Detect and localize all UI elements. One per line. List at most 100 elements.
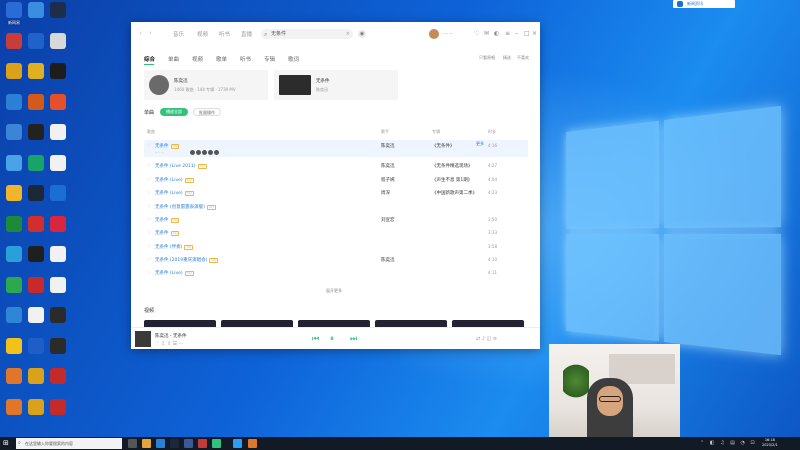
table-row[interactable]: ♡ 无条件 (创意雷霆表演版) SQ [144,201,528,213]
song-title[interactable]: 无条件 (创意雷霆表演版) SQ [155,204,216,210]
like-icon[interactable]: ♡ [147,270,151,276]
player-actions[interactable]: ♡ ⇩ ⇪ ☰ ⋯ [155,341,184,347]
app-icon[interactable] [212,439,221,448]
option-original[interactable]: 只看原唱 [479,55,495,61]
table-row[interactable]: ♡ 无条件 (Live) SQ 周深 《中国新歌声第二季》 4:23 [144,187,528,199]
system-tray-icons[interactable]: ⌃ ◧ ♫ ▤ ◔ ⊡ [700,440,757,446]
player-right-controls[interactable]: ⇄ ♪ ◫ ≡ [476,336,497,342]
song-title[interactable]: 无条件 (2019重庆演唱会) SQ [155,257,219,263]
song-album[interactable]: 《声生不息 第1期》 [432,177,472,183]
song-title[interactable]: 无条件 SQ [155,217,180,223]
desktop-icon[interactable] [46,32,70,63]
show-more-link[interactable]: 展开更多 [326,288,342,294]
row-more-link[interactable]: 更多 [476,141,484,147]
desktop-icon[interactable] [2,368,26,398]
song-title[interactable]: 无条件 (伴奏) SQ [155,244,194,250]
like-icon[interactable]: ♡ [147,163,151,169]
desktop-icon[interactable] [46,124,70,154]
desktop-icon[interactable] [24,337,48,368]
now-playing-cover[interactable] [135,331,151,347]
like-icon[interactable]: ♡ [147,177,151,183]
song-title[interactable]: 无条件 (Live) SQ [155,270,194,276]
nav-music[interactable]: 音乐 [173,30,184,38]
task-view-icon[interactable] [128,439,137,448]
steam-icon[interactable] [170,439,179,448]
listen-icon[interactable]: ◉ [358,30,366,38]
desktop-icon[interactable] [2,124,26,154]
back-icon[interactable]: ‹ [139,29,142,37]
desktop-icon[interactable] [2,154,26,185]
song-title[interactable]: 无条件 (Live 2011) SQ [155,163,207,169]
desktop-icon[interactable] [24,154,48,185]
desktop-icon[interactable] [46,398,70,429]
tab-playlists[interactable]: 歌单 [216,55,227,63]
like-icon[interactable]: ♡ [147,244,151,250]
like-icon[interactable]: ♡ [147,143,151,149]
desktop-icon[interactable] [46,185,70,215]
tab-songs[interactable]: 单曲 [168,55,179,63]
username[interactable]: ········· [442,31,453,36]
desktop-icon[interactable] [46,307,70,337]
desktop-icon[interactable] [2,185,26,215]
song-title[interactable]: 无条件 SQ [155,143,180,149]
like-icon[interactable]: ♡ [147,217,151,223]
nav-video[interactable]: 视频 [197,30,208,38]
avatar[interactable] [429,29,439,39]
tab-audiobooks[interactable]: 听书 [240,55,251,63]
desktop-icon[interactable] [2,32,26,63]
tab-videos[interactable]: 视频 [192,55,203,63]
pause-icon[interactable]: ⏸ [330,334,334,344]
maximize-icon[interactable]: □ [524,30,530,37]
qq-music-icon[interactable] [233,439,242,448]
forward-icon[interactable]: › [149,29,152,37]
clear-icon[interactable]: × [346,29,350,39]
desktop-icon[interactable] [24,124,48,154]
song-title[interactable]: 无条件 (Live) SQ [155,190,194,196]
table-row[interactable]: ♡ 无条件 (Live 2011) SQ 陈奕迅 《无条件精选现场》 4:27 [144,160,528,172]
desktop-icon[interactable] [24,368,48,398]
artist-card[interactable]: 陈奕迅 1460 歌曲 · 144 专辑 · 1739 MV [144,70,268,100]
song-card[interactable]: 无条件 陈奕迅 [274,70,398,100]
desktop-icon[interactable] [24,185,48,215]
desktop-icon[interactable] [2,63,26,93]
song-album[interactable]: 《无条件精选现场》 [432,163,473,169]
desktop-icon[interactable]: 新网易 [2,2,26,32]
close-icon[interactable]: × [532,30,537,37]
desktop-icon[interactable] [24,246,48,276]
desktop-icon[interactable] [24,2,48,32]
song-album[interactable]: 《中国新歌声第二季》 [432,190,477,196]
desktop-icon[interactable] [24,398,48,429]
desktop-icon[interactable] [24,215,48,246]
news-popup[interactable]: 新闻资讯 [673,0,735,8]
tab-albums[interactable]: 专辑 [264,55,275,63]
song-artist[interactable]: 陈奕迅 [381,163,395,169]
heart-icon[interactable]: ♡ [474,30,479,37]
table-row[interactable]: ♡ 无条件 (Live) SQ 4:11 [144,267,528,279]
table-row[interactable]: ♡ 无条件 (Live) SQ 程子嫣 《声生不息 第1期》 4:04 [144,174,528,186]
like-icon[interactable]: ♡ [147,190,151,196]
app-icon[interactable] [198,439,207,448]
like-icon[interactable]: ♡ [147,230,151,236]
next-icon[interactable]: ⏭ [350,334,357,344]
desktop-icon[interactable] [46,337,70,368]
like-icon[interactable]: ♡ [147,257,151,263]
taskbar-search-input[interactable]: ⌕ 在这里输入你要搜索的内容 [16,438,122,449]
skin-icon[interactable]: ◐ [494,30,499,37]
desktop-icon[interactable] [2,307,26,337]
minimize-icon[interactable]: – [515,30,518,37]
desktop-icon[interactable] [46,154,70,185]
start-icon[interactable]: ⊞ [3,439,12,448]
desktop-icon[interactable] [2,337,26,368]
desktop-icon[interactable] [46,93,70,124]
desktop-icon[interactable] [46,215,70,246]
desktop-icon[interactable] [2,215,26,246]
desktop-icon[interactable] [46,2,70,32]
previous-icon[interactable]: ⏮ [312,334,319,344]
desktop-icon[interactable] [24,307,48,337]
app-icon[interactable] [248,439,257,448]
song-artist[interactable]: 陈奕迅 [381,257,395,263]
search-input[interactable]: ⌕ 无条件 × [261,29,353,39]
option-dislike[interactable]: 不喜欢 [517,55,529,61]
edge-icon[interactable] [156,439,165,448]
desktop-icon[interactable] [24,93,48,124]
